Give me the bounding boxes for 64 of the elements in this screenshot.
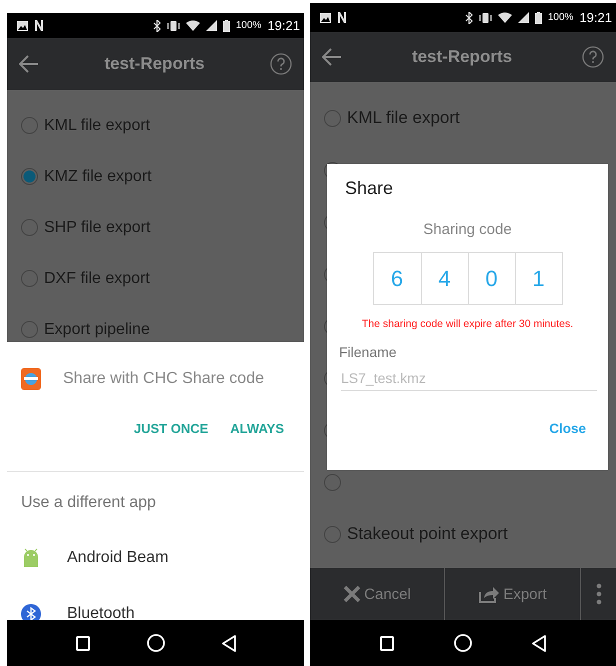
option-label: KML file export [44,116,150,134]
choice-button[interactable]: JUST ONCE [134,418,208,438]
home-icon[interactable] [146,634,164,652]
battery-icon [222,20,230,32]
n-logo-icon [34,20,44,31]
radio-button[interactable] [21,117,38,134]
help-icon[interactable] [582,46,604,68]
code-digit: 1 [514,253,562,304]
radio-button[interactable] [324,526,341,542]
radio-button[interactable] [21,321,38,338]
battery-percent: 100% [236,20,262,31]
screen-title: test-Reports [104,54,205,74]
back-icon[interactable] [222,634,236,652]
option-label: KMZ file export [44,168,152,186]
close-x-icon [343,585,362,603]
app-option[interactable]: Android Beam [67,549,168,567]
choice-button[interactable]: ALWAYS [230,418,284,438]
wifi-icon [186,20,200,31]
vibrate-icon [478,12,492,24]
option-label: KML file export [347,108,460,128]
back-arrow-icon[interactable] [322,48,342,66]
share-arrow-icon [478,585,500,603]
screen-title: test-Reports [412,47,512,67]
bluetooth-icon [464,12,473,24]
vibrate-icon [166,20,180,32]
back-arrow-icon[interactable] [19,55,39,73]
bluetooth-icon [152,20,161,32]
clock-time: 19:21 [267,18,300,33]
option-label: Stakeout point export [347,524,508,544]
globe-app-icon [21,368,41,390]
signal-icon [518,12,529,23]
signal-icon [206,20,217,31]
n-logo-icon [337,12,347,23]
home-icon[interactable] [454,634,472,652]
close-button[interactable]: Close [549,421,586,436]
android-robot-icon [21,548,41,568]
code-digit: 6 [390,264,404,292]
app-option[interactable]: Bluetooth [67,605,135,620]
code-label: Sharing code [423,221,512,238]
radio-button[interactable] [324,110,341,126]
section-title: Use a different app [20,493,157,513]
clock-time: 19:21 [579,10,612,25]
image-icon [320,12,331,22]
filename-label: Filename [339,344,397,360]
code-digit: 4 [420,253,468,304]
recents-icon[interactable] [380,636,394,650]
radio-button[interactable] [21,168,38,185]
recents-icon[interactable] [76,636,90,650]
radio-button[interactable] [324,474,341,490]
back-icon[interactable] [532,634,546,652]
code-digit: 0 [468,253,514,304]
wifi-icon [498,12,512,23]
battery-percent: 100% [548,12,574,23]
option-label: SHP file export [44,218,150,236]
expiry-warning: The sharing code will expire after 30 minutes. [362,318,574,330]
option-label: DXF file export [44,270,150,288]
radio-button[interactable] [21,270,38,287]
option-label: Export pipeline [44,320,150,338]
radio-button[interactable] [21,219,38,236]
default-app-option[interactable]: Share with CHC Share code [63,370,264,388]
help-icon[interactable] [270,53,292,75]
dialog-title: Share [344,178,394,199]
image-icon [17,20,28,30]
battery-icon [534,12,542,24]
